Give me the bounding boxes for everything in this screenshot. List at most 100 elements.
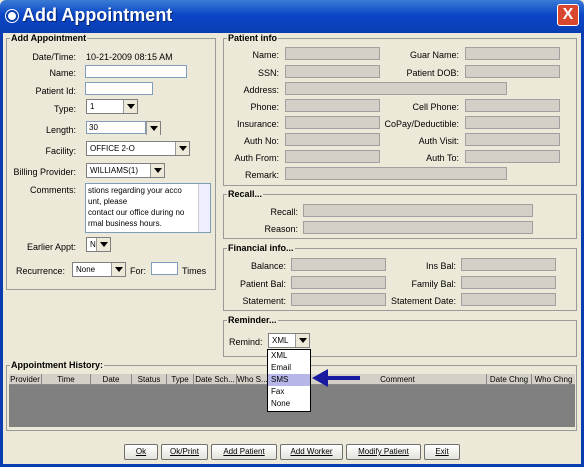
guar-name-field xyxy=(465,47,560,60)
patient-bal-field xyxy=(291,276,386,289)
address-label: Address: xyxy=(243,85,279,95)
billing-provider-value: WILLIAMS(1) xyxy=(90,166,139,175)
close-button[interactable]: X xyxy=(557,4,579,26)
comments-textarea[interactable]: stions regarding your acco unt, please c… xyxy=(85,183,211,233)
patient-dob-label: Patient DOB: xyxy=(406,68,459,78)
comments-line: rmal business hours. xyxy=(88,219,162,228)
window-title: Add Appointment xyxy=(22,5,173,25)
name-label: Name: xyxy=(49,68,76,78)
reminder-title: Reminder... xyxy=(227,315,278,325)
add-worker-button[interactable]: Add Worker xyxy=(280,444,343,460)
guar-name-label: Guar Name: xyxy=(409,50,459,60)
remind-option-xml[interactable]: XML xyxy=(268,350,310,362)
family-bal-label: Family Bal: xyxy=(411,279,456,289)
ins-bal-label: Ins Bal: xyxy=(425,261,456,271)
for-input[interactable] xyxy=(151,262,178,275)
auth-to-label: Auth To: xyxy=(426,153,459,163)
recurrence-value: None xyxy=(76,265,96,274)
copay-field xyxy=(465,116,560,129)
patient-name-field xyxy=(285,47,380,60)
auth-from-field xyxy=(285,150,380,163)
insurance-label: Insurance: xyxy=(236,119,279,129)
facility-value: OFFICE 2-O xyxy=(90,144,135,153)
remind-dropdown-list[interactable]: XML Email SMS Fax None xyxy=(267,349,311,412)
ssn-label: SSN: xyxy=(257,68,279,78)
reason-field xyxy=(303,221,533,234)
patient-id-label: Patient Id: xyxy=(35,86,76,96)
comments-label: Comments: xyxy=(29,185,76,195)
facility-select[interactable]: OFFICE 2-O xyxy=(86,141,190,156)
modify-patient-button[interactable]: Modify Patient xyxy=(346,444,421,460)
history-column-header[interactable]: Who S... xyxy=(237,374,268,385)
recurrence-select[interactable]: None xyxy=(72,262,126,277)
for-label: For: xyxy=(130,266,147,276)
chevron-down-icon xyxy=(175,142,189,155)
recall-title: Recall... xyxy=(227,189,264,199)
patient-dob-field xyxy=(465,65,560,78)
financial-info-title: Financial info... xyxy=(227,243,295,253)
length-input[interactable]: 30 xyxy=(86,121,146,134)
chevron-down-icon xyxy=(295,334,309,347)
statement-field xyxy=(291,293,386,306)
patient-id-input[interactable] xyxy=(85,82,153,95)
phone-field xyxy=(285,99,380,112)
history-column-header[interactable]: Date Sch... xyxy=(194,374,237,385)
history-column-header[interactable]: Provider xyxy=(9,374,42,385)
auth-from-label: Auth From: xyxy=(234,153,279,163)
chevron-down-icon xyxy=(111,263,125,276)
remind-option-email[interactable]: Email xyxy=(268,362,310,374)
remind-select[interactable]: XML xyxy=(268,333,310,348)
ssn-field xyxy=(285,65,380,78)
add-patient-button[interactable]: Add Patient xyxy=(211,444,277,460)
datetime-label: Date/Time: xyxy=(32,52,76,62)
chevron-down-icon xyxy=(96,238,110,251)
auth-no-label: Auth No: xyxy=(243,136,279,146)
auth-no-field xyxy=(285,133,380,146)
remind-option-fax[interactable]: Fax xyxy=(268,386,310,398)
history-column-header[interactable]: Type xyxy=(167,374,194,385)
appointment-history-title: Appointment History: xyxy=(10,360,104,370)
patient-info-title: Patient info xyxy=(227,33,278,43)
recall-field xyxy=(303,204,533,217)
insurance-field xyxy=(285,116,380,129)
earlier-appt-select[interactable]: N xyxy=(86,237,111,252)
remind-option-none[interactable]: None xyxy=(268,398,310,410)
name-input[interactable] xyxy=(85,65,187,78)
remind-label: Remind: xyxy=(229,337,263,347)
ok-button[interactable]: Ok xyxy=(124,444,158,460)
comments-scrollbar[interactable] xyxy=(198,184,210,232)
length-dropdown-button[interactable] xyxy=(146,121,161,135)
balance-label: Balance: xyxy=(250,261,286,271)
comments-line: unt, please xyxy=(88,197,128,206)
times-label: Times xyxy=(182,266,207,276)
exit-button[interactable]: Exit xyxy=(424,444,460,460)
ok-print-button[interactable]: Ok/Print xyxy=(161,444,208,460)
phone-label: Phone: xyxy=(250,102,279,112)
patient-name-label: Name: xyxy=(252,50,279,60)
ins-bal-field xyxy=(461,258,556,271)
history-column-header[interactable]: Status xyxy=(132,374,167,385)
earlier-appt-value: N xyxy=(90,240,96,249)
remark-field xyxy=(285,167,507,180)
remind-value: XML xyxy=(272,336,289,345)
comments-text: stions regarding your acco unt, please c… xyxy=(88,185,198,229)
history-column-header[interactable]: Date xyxy=(91,374,132,385)
patient-info-group: Patient info xyxy=(223,33,577,186)
history-column-header[interactable]: Date Chng xyxy=(487,374,532,385)
auth-to-field xyxy=(465,150,560,163)
arrow-pointer-icon xyxy=(312,369,360,387)
chevron-down-icon xyxy=(150,164,164,177)
chevron-down-icon xyxy=(146,122,160,135)
length-label: Length: xyxy=(45,125,76,135)
balance-field xyxy=(291,258,386,271)
type-value: 1 xyxy=(90,102,95,111)
remind-option-sms[interactable]: SMS xyxy=(268,374,310,386)
history-column-header[interactable]: Time xyxy=(42,374,91,385)
billing-provider-select[interactable]: WILLIAMS(1) xyxy=(86,163,165,178)
type-select[interactable]: 1 xyxy=(86,99,138,114)
family-bal-field xyxy=(461,276,556,289)
billing-provider-label: Billing Provider: xyxy=(13,167,76,177)
history-column-header[interactable]: Who Chng xyxy=(532,374,575,385)
window-icon xyxy=(6,10,18,22)
statement-date-field xyxy=(461,293,556,306)
